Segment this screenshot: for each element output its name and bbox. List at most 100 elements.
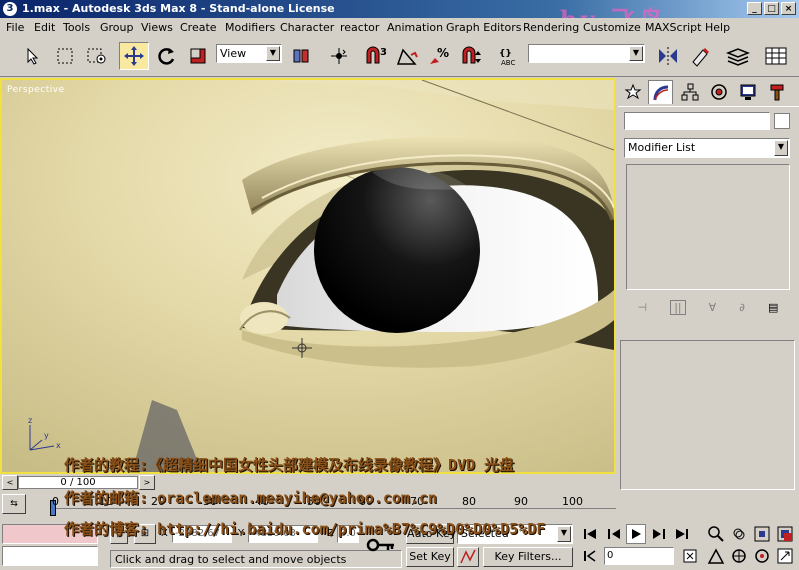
key-mode-toggle-icon[interactable] xyxy=(580,546,600,566)
select-and-move-icon[interactable] xyxy=(119,42,149,70)
play-icon[interactable] xyxy=(626,524,646,544)
select-and-rotate-icon[interactable] xyxy=(153,42,179,70)
menu-reactor[interactable]: reactor xyxy=(340,21,379,34)
edit-named-selection-icon[interactable]: {} ABC xyxy=(496,42,524,70)
perspective-viewport[interactable]: z x y Perspective xyxy=(0,78,616,474)
previous-frame-icon[interactable] xyxy=(604,524,624,544)
maximize-viewport-icon[interactable] xyxy=(775,546,795,566)
time-slider-row: < 0 / 100 > xyxy=(0,474,616,492)
menu-graph-editors[interactable]: Graph Editors xyxy=(446,21,522,34)
svg-text:3: 3 xyxy=(380,47,387,58)
auto-key-button[interactable]: Auto Key xyxy=(406,524,456,544)
select-and-manipulate-icon[interactable] xyxy=(326,42,352,70)
tab-motion[interactable] xyxy=(706,80,731,104)
zoom-extents-icon[interactable] xyxy=(752,524,772,544)
object-color-swatch[interactable] xyxy=(774,113,790,129)
3ds-max-icon[interactable]: 3 xyxy=(3,2,17,16)
select-and-scale-icon[interactable] xyxy=(185,42,211,70)
zoom-icon[interactable] xyxy=(706,524,726,544)
curve-editor-icon[interactable] xyxy=(762,42,790,70)
y-coordinate-field[interactable]: -4359.03 xyxy=(248,525,318,543)
maxscript-input-field[interactable] xyxy=(2,546,98,566)
tab-display[interactable] xyxy=(735,80,760,104)
chevron-down-icon: ▼ xyxy=(557,526,571,542)
open-mini-curve-editor-button[interactable]: ⇆ xyxy=(2,494,26,514)
menu-help[interactable]: Help xyxy=(705,21,730,34)
tab-modify[interactable] xyxy=(648,80,673,104)
remove-modifier-icon[interactable]: ∂ xyxy=(739,301,745,314)
track-bar[interactable]: ⇆ 0 10 20 30 40 50 60 70 80 90 100 xyxy=(0,492,616,520)
angle-snap-icon[interactable] xyxy=(394,42,422,70)
menu-modifiers[interactable]: Modifiers xyxy=(225,21,275,34)
snap-toggle-icon[interactable]: 3 xyxy=(362,42,390,70)
go-to-start-icon[interactable] xyxy=(580,524,600,544)
absolute-mode-transform-icon[interactable]: ⊞ xyxy=(134,524,156,544)
show-end-result-icon[interactable]: || xyxy=(670,299,686,315)
key-selection-dropdown[interactable]: Selected ▼ xyxy=(457,524,573,544)
object-name-field[interactable] xyxy=(624,112,770,130)
pan-view-icon[interactable] xyxy=(729,546,749,566)
z-coord-label: Z xyxy=(327,528,334,539)
maximize-button[interactable]: □ xyxy=(764,2,779,15)
arc-rotate-icon[interactable] xyxy=(752,546,772,566)
tick-label: 0 xyxy=(52,495,59,508)
next-frame-button[interactable]: > xyxy=(139,475,155,490)
named-selection-dropdown[interactable]: ▼ xyxy=(528,44,645,63)
set-key-icon[interactable] xyxy=(457,547,479,567)
prev-frame-button[interactable]: < xyxy=(2,475,18,490)
modifier-list-dropdown[interactable]: Modifier List ▼ xyxy=(624,138,790,158)
modifier-stack[interactable] xyxy=(626,164,790,290)
menu-file[interactable]: File xyxy=(6,21,24,34)
go-to-end-icon[interactable] xyxy=(672,524,692,544)
selection-lock-icon[interactable]: ▯ xyxy=(110,524,128,544)
align-icon[interactable] xyxy=(686,42,714,70)
menu-tools[interactable]: Tools xyxy=(63,21,90,34)
menu-bar: File Edit Tools Group Views Create Modif… xyxy=(0,18,799,37)
window-title: 1.max - Autodesk 3ds Max 8 - Stand-alone… xyxy=(22,2,335,15)
field-of-view-icon[interactable] xyxy=(706,546,726,566)
time-configuration-icon[interactable] xyxy=(680,546,700,566)
menu-character[interactable]: Character xyxy=(280,21,334,34)
modify-icon xyxy=(653,85,668,100)
tab-hierarchy[interactable] xyxy=(677,80,702,104)
key-filters-button[interactable]: Key Filters... xyxy=(483,547,573,567)
tick-label: 60 xyxy=(359,495,373,508)
tick-label: 90 xyxy=(514,495,528,508)
percent-snap-icon[interactable]: % xyxy=(426,42,454,70)
key-mode-icon[interactable] xyxy=(366,538,396,552)
layer-manager-icon[interactable] xyxy=(724,42,752,70)
reference-coord-dropdown[interactable]: View ▼ xyxy=(216,44,282,63)
tab-create[interactable] xyxy=(620,80,645,104)
time-slider[interactable]: 0 / 100 xyxy=(18,476,138,489)
x-coordinate-field[interactable]: -2282.67 xyxy=(172,525,232,543)
next-frame-icon[interactable] xyxy=(649,524,669,544)
viewport-label[interactable]: Perspective xyxy=(7,85,65,95)
menu-customize[interactable]: Customize xyxy=(583,21,641,34)
make-unique-icon[interactable]: ∀ xyxy=(709,301,717,314)
tab-utilities[interactable] xyxy=(764,80,789,104)
select-by-name-icon[interactable] xyxy=(84,42,110,70)
select-object-icon[interactable] xyxy=(20,42,46,70)
menu-maxscript[interactable]: MAXScript xyxy=(645,21,701,34)
z-coordinate-field[interactable]: 0.0 xyxy=(337,525,359,543)
current-frame-field[interactable]: 0 xyxy=(604,547,674,565)
close-button[interactable]: × xyxy=(781,2,796,15)
menu-create[interactable]: Create xyxy=(180,21,217,34)
menu-animation[interactable]: Animation xyxy=(387,21,443,34)
menu-rendering[interactable]: Rendering xyxy=(523,21,579,34)
svg-text:ABC: ABC xyxy=(501,59,515,67)
menu-group[interactable]: Group xyxy=(100,21,134,34)
zoom-extents-all-icon[interactable] xyxy=(775,524,795,544)
select-region-icon[interactable] xyxy=(52,42,78,70)
set-key-button[interactable]: Set Key xyxy=(406,547,454,567)
mirror-icon[interactable] xyxy=(654,42,682,70)
zoom-all-icon[interactable] xyxy=(729,524,749,544)
pin-stack-icon[interactable]: ⊣ xyxy=(638,301,648,314)
menu-edit[interactable]: Edit xyxy=(34,21,55,34)
tick-label: 100 xyxy=(562,495,583,508)
spinner-snap-icon[interactable] xyxy=(458,42,486,70)
maxscript-listener-field[interactable] xyxy=(2,524,98,544)
configure-modifier-sets-icon[interactable]: ▤ xyxy=(768,301,778,314)
use-pivot-center-icon[interactable] xyxy=(288,42,314,70)
menu-views[interactable]: Views xyxy=(141,21,173,34)
